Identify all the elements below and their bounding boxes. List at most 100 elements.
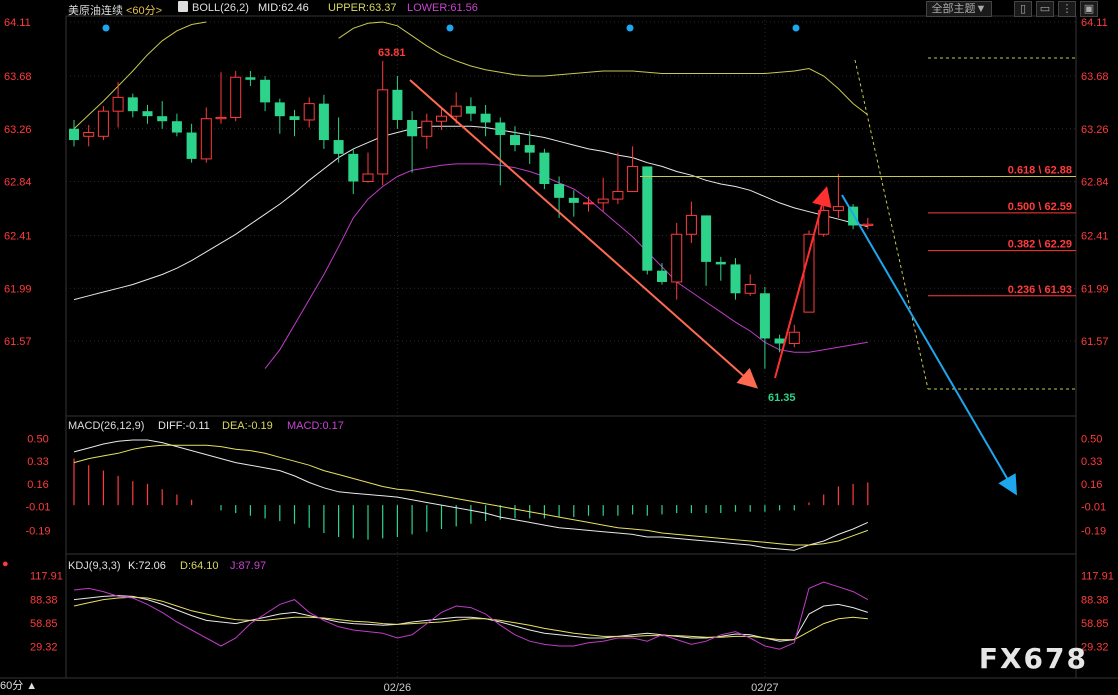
price-tick-left: 61.99 xyxy=(4,283,32,295)
candle-body xyxy=(480,113,491,123)
candle-body xyxy=(112,96,124,112)
candle-body xyxy=(421,120,433,137)
macd-panel xyxy=(73,439,869,551)
candle-body xyxy=(568,197,579,203)
macd-tick-right: 0.16 xyxy=(1081,479,1102,491)
fib-label: 0.500 \ 62.59 xyxy=(1008,201,1072,213)
macd-tick-right: 0.33 xyxy=(1081,456,1102,468)
fib-label: 0.618 \ 62.88 xyxy=(1008,164,1072,176)
macd-tick-left: -0.19 xyxy=(25,525,50,537)
candle-body xyxy=(303,103,315,121)
candle-body xyxy=(539,152,550,185)
kdj-tick-right: 117.91 xyxy=(1081,571,1114,583)
candle-body xyxy=(142,111,153,117)
price-tick-right: 63.68 xyxy=(1081,71,1109,83)
candle-body xyxy=(245,77,256,80)
candle-body xyxy=(759,293,770,339)
price-tick-right: 64.11 xyxy=(1081,17,1108,29)
candle-body xyxy=(171,121,182,133)
kdj-settings-icon[interactable]: ● xyxy=(2,558,9,570)
macd-macd-value: MACD:0.17 xyxy=(287,420,344,432)
layout-one-icon[interactable]: ▯ xyxy=(1014,1,1032,17)
candle-body xyxy=(362,173,374,183)
price-tick-left: 62.84 xyxy=(4,177,32,189)
candle-body xyxy=(495,122,506,136)
bollinger-bands xyxy=(73,21,869,369)
candle-body xyxy=(127,97,138,112)
candle-body xyxy=(157,116,168,122)
date-label: 02/26 xyxy=(384,682,412,694)
boll-upper-value: UPPER:63.37 xyxy=(328,2,397,14)
price-tick-right: 61.57 xyxy=(1081,336,1109,348)
grid-lines xyxy=(66,16,1076,678)
macd-diff-line xyxy=(73,439,869,551)
candle-body xyxy=(701,215,712,262)
period-switch[interactable]: 60分 ▲ xyxy=(0,677,37,693)
theme-label: 全部主题 xyxy=(931,3,976,15)
event-marker xyxy=(446,24,454,32)
macd-tick-right: 0.50 xyxy=(1081,434,1102,446)
watermark-logo: FX678 xyxy=(978,642,1088,675)
macd-tick-left: 0.16 xyxy=(27,479,48,491)
settings-icon[interactable]: ⋮ xyxy=(1058,1,1076,17)
boll-upper-line xyxy=(338,21,869,116)
low-price-label: 61.35 xyxy=(768,392,796,404)
candle-body xyxy=(186,132,197,159)
macd-diff-value: DIFF:-0.11 xyxy=(158,420,210,432)
macd-dea-line xyxy=(73,444,868,546)
chart-canvas: 0.618 \ 62.88 0.500 \ 62.59 0.382 \ 62.29 0… xyxy=(0,15,1118,694)
boll-lower-line xyxy=(264,163,868,369)
kdj-tick-right: 88.38 xyxy=(1081,594,1109,606)
candle-body xyxy=(832,206,844,211)
candle-body xyxy=(436,115,447,122)
indicator-icon[interactable] xyxy=(178,1,188,12)
candle-body xyxy=(803,233,815,313)
macd-tick-right: -0.01 xyxy=(1081,501,1106,513)
price-tick-right: 62.41 xyxy=(1081,231,1109,243)
candle-body xyxy=(97,110,109,137)
candle-body xyxy=(671,233,683,283)
kdj-tick-left: 29.32 xyxy=(30,642,58,654)
event-marker xyxy=(792,24,800,32)
candle-body xyxy=(318,103,329,141)
kdj-d-line xyxy=(73,596,868,641)
candle-body xyxy=(230,76,242,118)
kdj-tick-left: 117.91 xyxy=(30,571,63,583)
kdj-k-value: K:72.06 xyxy=(128,560,166,572)
candle-body xyxy=(377,89,389,175)
price-tick-right: 63.26 xyxy=(1081,124,1109,136)
candle-body xyxy=(657,270,667,282)
macd-label: MACD(26,12,9) xyxy=(68,420,145,432)
panel-frame xyxy=(0,15,1118,679)
fib-label: 0.382 \ 62.29 xyxy=(1008,239,1072,251)
kdj-tick-right: 58.85 xyxy=(1081,618,1109,630)
candle-body xyxy=(69,128,79,141)
price-tick-left: 63.68 xyxy=(4,71,32,83)
candle-body xyxy=(774,338,785,344)
kdj-tick-left: 58.85 xyxy=(30,618,58,630)
layout-two-icon[interactable]: ▭ xyxy=(1036,1,1054,17)
period-tag[interactable]: <60分> xyxy=(126,2,162,18)
candle-body xyxy=(450,105,462,117)
theme-dropdown[interactable]: 全部主题▼ xyxy=(926,1,992,17)
candle-body xyxy=(274,102,285,117)
candle-body xyxy=(642,166,653,271)
candle-body xyxy=(788,331,800,345)
candle-body xyxy=(685,214,697,235)
macd-tick-left: 0.50 xyxy=(27,434,48,446)
expand-icon[interactable]: ▣ xyxy=(1080,1,1098,17)
macd-panel-border xyxy=(65,415,1077,555)
price-tick-right: 61.99 xyxy=(1081,283,1109,295)
boll-mid-value: MID:62.46 xyxy=(258,2,309,14)
candle-body xyxy=(627,165,639,193)
kdj-j-value: J:87.97 xyxy=(230,560,267,572)
candle-body xyxy=(392,89,403,120)
candle-body xyxy=(583,202,594,205)
rebound-arrow xyxy=(774,186,832,379)
boll-label: BOLL(26,2) xyxy=(192,2,249,14)
kdj-d-value: D:64.10 xyxy=(180,560,219,572)
candle-body xyxy=(83,132,95,137)
forecast-down-arrow xyxy=(841,194,1018,496)
candle-body xyxy=(510,135,520,146)
event-marker xyxy=(626,24,634,32)
